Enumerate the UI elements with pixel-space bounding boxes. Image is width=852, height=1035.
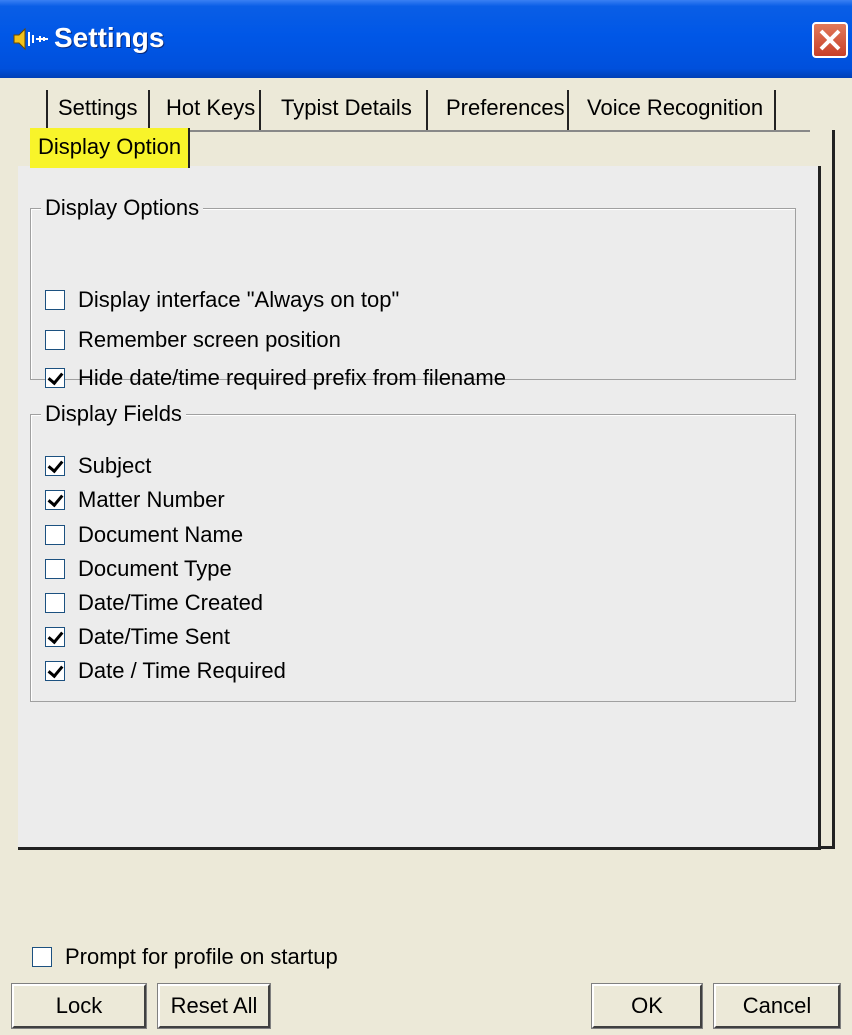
tab-hot-keys[interactable]: Hot Keys (166, 95, 255, 121)
tab-voice-recognition[interactable]: Voice Recognition (587, 95, 763, 121)
title-bar[interactable]: Settings (0, 0, 852, 78)
checkbox-label: Date/Time Created (78, 590, 264, 615)
tab-separator (426, 90, 428, 130)
tab-separator (46, 90, 48, 130)
panel-shadow (832, 130, 835, 848)
tab-strip-edge (190, 130, 810, 132)
checkbox-label: Hide date/time required prefix from file… (78, 365, 506, 390)
display-options-title: Display Options (41, 195, 204, 221)
checkbox-label: Subject (78, 453, 152, 478)
lock-button[interactable]: Lock (11, 983, 147, 1029)
checkbox-always-on-top[interactable]: Display interface "Always on top" (45, 287, 399, 313)
checkbox-document-name[interactable]: Document Name (45, 522, 243, 548)
checkbox-label: Matter Number (78, 487, 225, 512)
close-button[interactable] (812, 22, 848, 58)
tab-typist-details[interactable]: Typist Details (281, 95, 412, 121)
display-options-group: Display Options Display interface "Alway… (30, 195, 796, 390)
checkbox-label: Document Type (78, 556, 232, 581)
checkbox-subject[interactable]: Subject (45, 453, 151, 479)
reset-all-button[interactable]: Reset All (157, 983, 271, 1029)
checkbox-document-type[interactable]: Document Type (45, 556, 232, 582)
tab-separator (567, 90, 569, 130)
checkbox-box[interactable] (45, 490, 65, 510)
checkbox-box[interactable] (45, 661, 65, 681)
checkbox-box[interactable] (45, 525, 65, 545)
checkbox-date-time-sent[interactable]: Date/Time Sent (45, 624, 230, 650)
ok-button[interactable]: OK (591, 983, 703, 1029)
display-fields-group: Display Fields Subject Matter Number Doc… (30, 401, 796, 702)
checkbox-hide-date-prefix[interactable]: Hide date/time required prefix from file… (45, 365, 506, 391)
checkbox-prompt-profile[interactable]: Prompt for profile on startup (32, 944, 338, 970)
tab-separator (259, 90, 261, 130)
speaker-waveform-icon (13, 27, 48, 51)
checkbox-label: Remember screen position (78, 327, 341, 352)
checkbox-matter-number[interactable]: Matter Number (45, 487, 225, 513)
checkbox-label: Date/Time Sent (78, 624, 231, 649)
checkbox-box[interactable] (45, 330, 65, 350)
checkbox-box[interactable] (45, 456, 65, 476)
checkbox-date-time-created[interactable]: Date/Time Created (45, 590, 263, 616)
checkbox-label: Date / Time Required (78, 658, 286, 683)
checkbox-box[interactable] (45, 627, 65, 647)
tab-preferences[interactable]: Preferences (446, 95, 565, 121)
display-option-panel: Display Options Display interface "Alway… (18, 166, 821, 850)
cancel-button[interactable]: Cancel (713, 983, 841, 1029)
tab-separator (774, 90, 776, 130)
checkbox-remember-position[interactable]: Remember screen position (45, 327, 341, 353)
tab-separator (148, 90, 150, 130)
settings-window: Settings Settings Hot Keys Typist Detail… (0, 0, 852, 1035)
close-icon (819, 29, 841, 51)
display-fields-title: Display Fields (41, 401, 186, 427)
checkbox-label: Prompt for profile on startup (65, 944, 338, 969)
checkbox-box[interactable] (32, 947, 52, 967)
checkbox-label: Display interface "Always on top" (78, 287, 400, 312)
checkbox-date-time-required[interactable]: Date / Time Required (45, 658, 286, 684)
tab-display-option[interactable]: Display Option (30, 128, 190, 168)
checkbox-box[interactable] (45, 593, 65, 613)
checkbox-box[interactable] (45, 368, 65, 388)
tab-settings[interactable]: Settings (58, 95, 138, 121)
window-title: Settings (54, 22, 165, 53)
checkbox-box[interactable] (45, 290, 65, 310)
checkbox-label: Document Name (78, 522, 244, 547)
checkbox-box[interactable] (45, 559, 65, 579)
tab-display-option-label: Display Option (38, 134, 182, 159)
